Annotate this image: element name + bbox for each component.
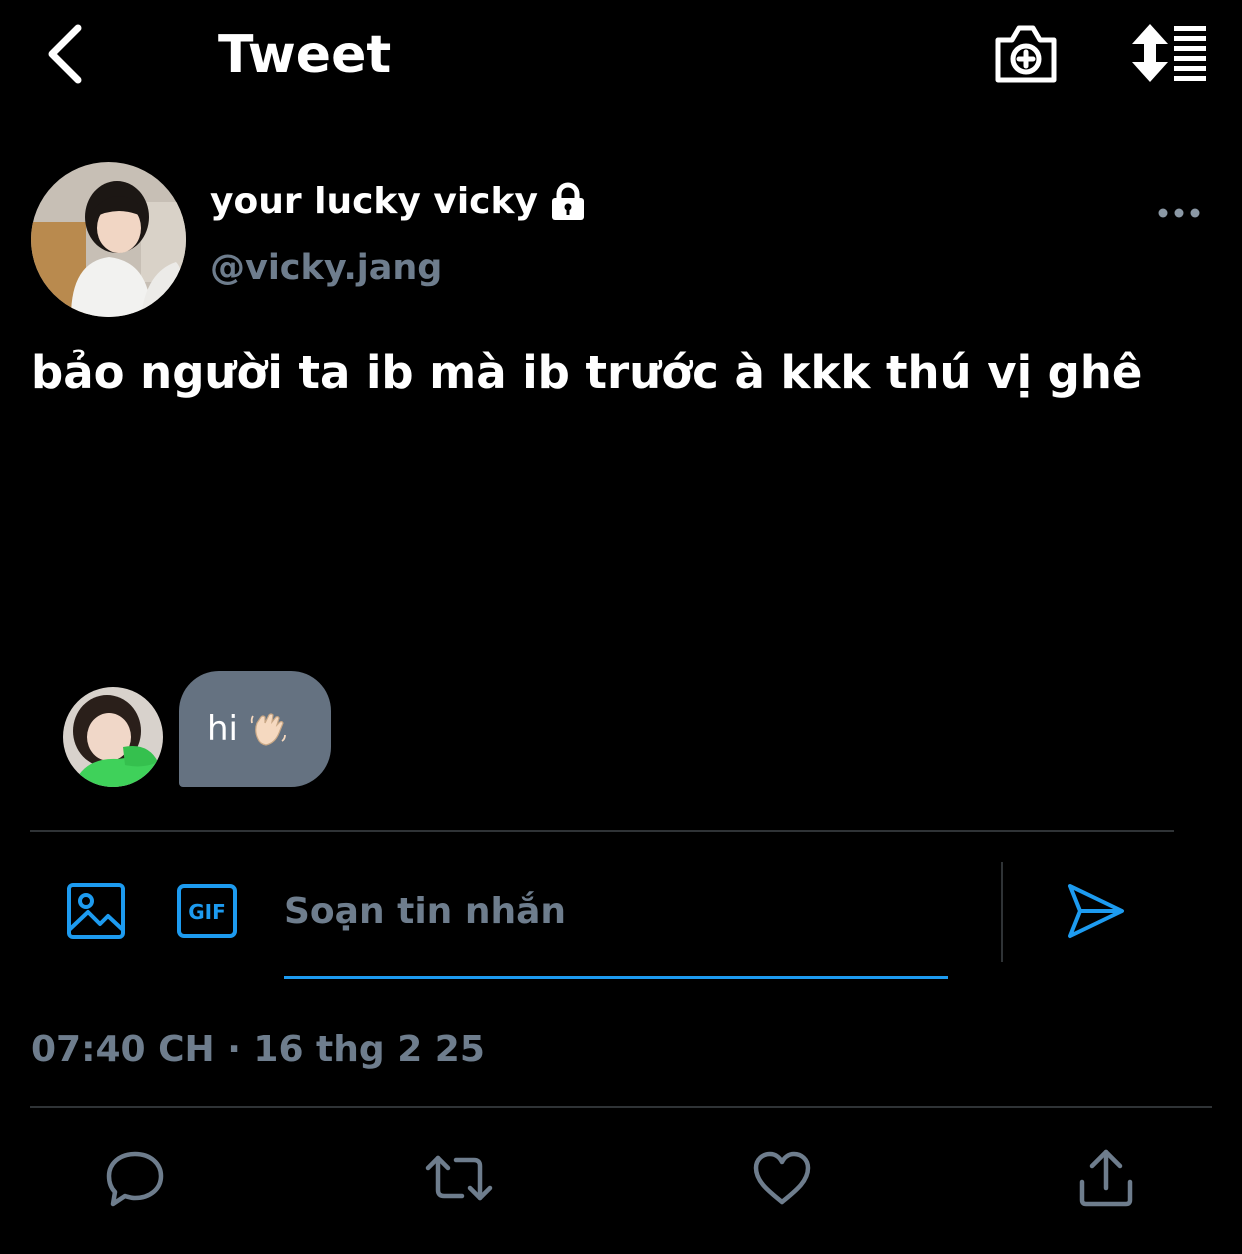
- camera-button[interactable]: [992, 22, 1060, 86]
- author-name-row: your lucky vicky: [210, 176, 588, 228]
- share-button[interactable]: [1074, 1146, 1138, 1210]
- message-bubble[interactable]: hi: [179, 671, 331, 787]
- back-chevron-icon: [48, 24, 82, 84]
- more-button[interactable]: [1156, 198, 1202, 228]
- author-avatar[interactable]: [31, 162, 186, 317]
- message-text: hi: [207, 709, 238, 749]
- send-button[interactable]: [1066, 880, 1126, 942]
- back-button[interactable]: [40, 22, 96, 86]
- add-media-button[interactable]: [66, 882, 126, 940]
- image-icon: [67, 883, 125, 939]
- like-button[interactable]: [750, 1146, 814, 1210]
- waving-hand-icon: [250, 713, 286, 746]
- reply-button[interactable]: [103, 1146, 167, 1210]
- camera-plus-icon: [995, 25, 1057, 83]
- share-icon: [1079, 1149, 1133, 1207]
- add-gif-button[interactable]: GIF: [176, 883, 238, 939]
- sort-button[interactable]: [1128, 22, 1210, 84]
- message-input[interactable]: [284, 880, 948, 942]
- more-horizontal-icon: [1158, 208, 1200, 218]
- divider: [30, 830, 1174, 832]
- input-underline: [284, 976, 948, 979]
- send-icon: [1068, 884, 1124, 938]
- tweet-timestamp: 07:40 CH · 16 thg 2 25: [31, 1029, 485, 1070]
- reply-icon: [106, 1151, 164, 1207]
- retweet-button[interactable]: [424, 1146, 493, 1210]
- tweet-text: bảo người ta ib mà ib trước à kkk thú vị…: [31, 346, 1143, 399]
- sender-avatar[interactable]: [63, 687, 163, 787]
- gif-icon: GIF: [177, 884, 237, 938]
- sort-icon: [1132, 24, 1206, 82]
- display-name: your lucky vicky: [210, 181, 538, 222]
- composer-divider: [1001, 862, 1003, 962]
- lock-icon: [551, 182, 584, 220]
- author-handle[interactable]: @vicky.jang: [210, 242, 442, 294]
- svg-text:GIF: GIF: [188, 900, 226, 924]
- like-icon: [753, 1151, 811, 1205]
- retweet-icon: [425, 1155, 493, 1201]
- divider: [30, 1106, 1212, 1108]
- page-title: Tweet: [218, 25, 392, 85]
